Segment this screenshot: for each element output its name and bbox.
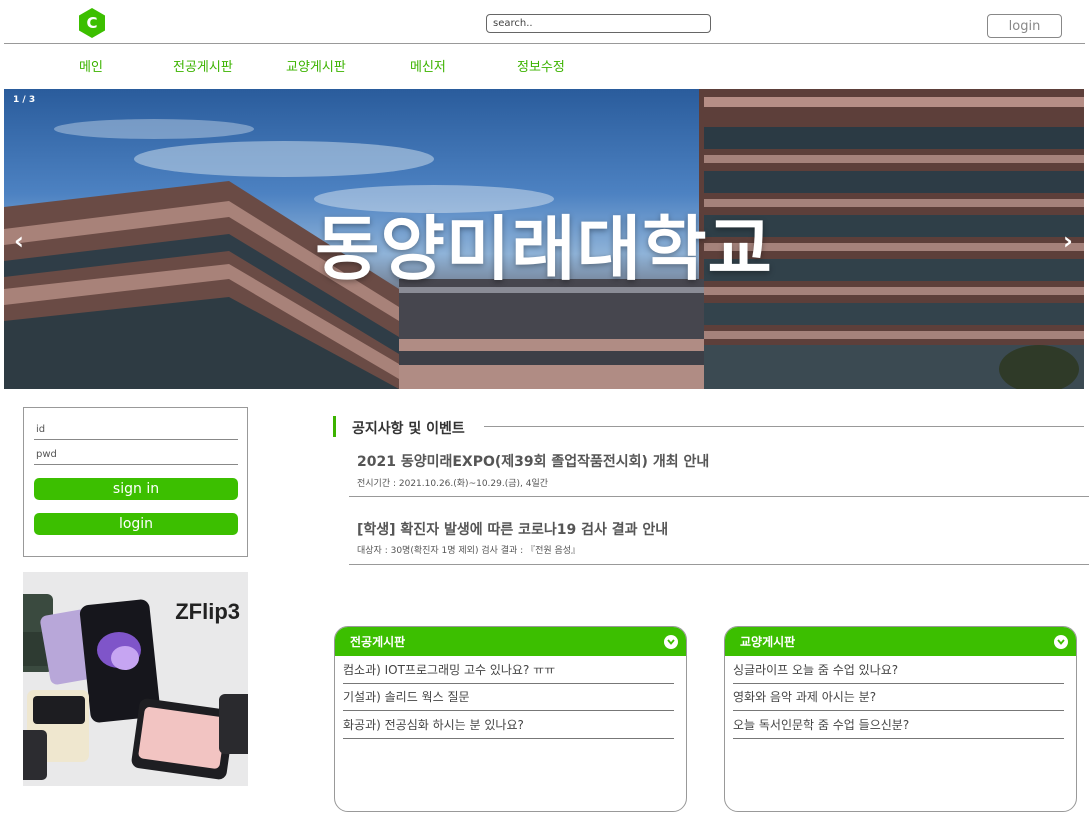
- board-post[interactable]: 기설과) 솔리드 웍스 질문: [343, 684, 674, 711]
- chevron-down-icon[interactable]: [1054, 634, 1068, 649]
- chevron-down-icon[interactable]: [664, 634, 678, 649]
- board-header: 전공게시판: [335, 627, 686, 656]
- board-post[interactable]: 영화와 음악 과제 아시는 분?: [733, 684, 1064, 711]
- notice-heading: 공지사항 및 이벤트: [352, 421, 465, 437]
- hero-carousel: 1 / 3 동양미래대학교 ‹ ›: [4, 89, 1084, 389]
- liberal-board-panel: 교양게시판 싱글라이프 오늘 줌 수업 있나요? 영화와 음악 과제 아시는 분…: [724, 626, 1077, 812]
- login-panel: sign in login: [23, 407, 248, 557]
- zflip3-ad-banner[interactable]: ZFlip3: [23, 572, 248, 786]
- notice-item-subtitle: 전시기간 : 2021.10.26.(화)~10.29.(금), 4일간: [357, 479, 549, 489]
- nav-item-main[interactable]: 메인: [79, 56, 103, 75]
- board-header: 교양게시판: [725, 627, 1076, 656]
- hero-title: 동양미래대학교: [315, 208, 773, 290]
- password-input[interactable]: [34, 445, 238, 465]
- notice-item-title[interactable]: [학생] 확진자 발생에 따른 코로나19 검사 결과 안내: [357, 519, 668, 539]
- nav-item-liberal-board[interactable]: 교양게시판: [286, 56, 346, 75]
- board-title[interactable]: 전공게시판: [350, 633, 405, 650]
- next-slide-arrow-icon[interactable]: ›: [1063, 227, 1073, 255]
- board-post[interactable]: 화공과) 전공심화 하시는 분 있나요?: [343, 711, 674, 739]
- nav-item-messenger[interactable]: 메신저: [410, 56, 446, 75]
- ad-title: ZFlip3: [175, 599, 240, 624]
- board-post[interactable]: 컴소과) IOT프로그래밍 고수 있나요? ㅠㅠ: [343, 656, 674, 684]
- slide-counter: 1 / 3: [13, 95, 36, 105]
- notice-accent-bar: [333, 416, 336, 437]
- prev-slide-arrow-icon[interactable]: ‹: [14, 227, 24, 255]
- major-board-panel: 전공게시판 컴소과) IOT프로그래밍 고수 있나요? ㅠㅠ 기설과) 솔리드 …: [334, 626, 687, 812]
- sign-in-button[interactable]: sign in: [34, 478, 238, 500]
- board-title[interactable]: 교양게시판: [740, 633, 795, 650]
- notice-item-subtitle: 대상자 : 30명(확진자 1명 제외) 검사 결과 : 『전원 음성』: [357, 546, 581, 556]
- board-post[interactable]: 싱글라이프 오늘 줌 수업 있나요?: [733, 656, 1064, 684]
- nav-item-profile-edit[interactable]: 정보수정: [517, 56, 565, 75]
- nav-item-major-board[interactable]: 전공게시판: [173, 56, 233, 75]
- notice-item-divider: [349, 496, 1089, 497]
- logo-letter: C: [86, 14, 97, 32]
- header-divider: [4, 43, 1085, 44]
- logo-icon[interactable]: C: [78, 7, 106, 39]
- notice-heading-line: [484, 426, 1084, 427]
- notice-item-title[interactable]: 2021 동양미래EXPO(제39회 졸업작품전시회) 개최 안내: [357, 451, 709, 471]
- board-post[interactable]: 오늘 독서인문학 줌 수업 들으신분?: [733, 711, 1064, 739]
- search-input[interactable]: [486, 14, 711, 33]
- notice-item-divider: [349, 564, 1089, 565]
- id-input[interactable]: [34, 420, 238, 440]
- login-button[interactable]: login: [34, 513, 238, 535]
- header-login-button[interactable]: login: [987, 14, 1062, 38]
